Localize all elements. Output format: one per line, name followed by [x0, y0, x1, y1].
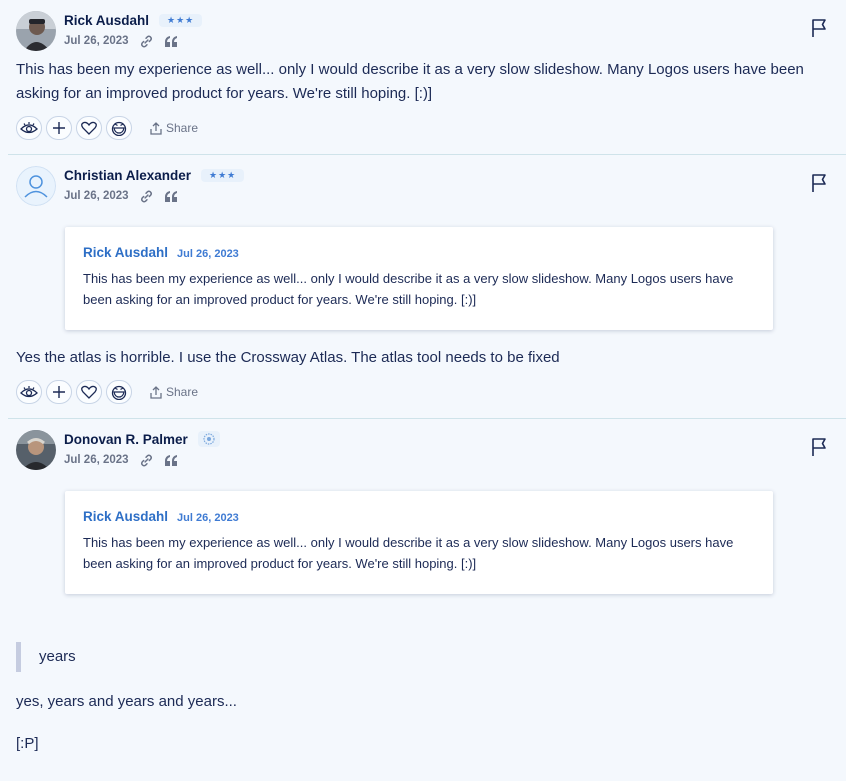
- post: Christian Alexander ★★★ Jul 26, 2023 Ric…: [8, 154, 846, 406]
- heart-icon: [81, 121, 97, 135]
- heart-reaction-button[interactable]: [76, 116, 102, 140]
- quoted-date[interactable]: Jul 26, 2023: [177, 512, 239, 524]
- quoted-author[interactable]: Rick Ausdahl: [83, 245, 168, 260]
- share-button[interactable]: Share: [150, 121, 198, 135]
- rank-badge: ★★★: [159, 13, 203, 27]
- post: Rick Ausdahl ★★★ Jul 26, 2023 This has b…: [0, 0, 846, 142]
- flag-icon[interactable]: [810, 18, 830, 43]
- blockquote: years: [16, 642, 830, 672]
- share-label: Share: [166, 385, 199, 399]
- plus-reaction-button[interactable]: [46, 380, 72, 404]
- link-icon[interactable]: [139, 453, 154, 468]
- plus-icon: [53, 386, 65, 398]
- quoted-author[interactable]: Rick Ausdahl: [83, 509, 168, 524]
- share-icon: [150, 385, 162, 399]
- flag-icon[interactable]: [810, 437, 830, 462]
- post-header: Rick Ausdahl ★★★ Jul 26, 2023: [16, 10, 830, 51]
- reaction-bar: Share: [16, 378, 830, 406]
- post-date[interactable]: Jul 26, 2023: [64, 35, 129, 47]
- post-body: Yes the atlas is horrible. I use the Cro…: [16, 349, 560, 366]
- quoted-post: Rick Ausdahl Jul 26, 2023 This has been …: [65, 227, 773, 330]
- heart-reaction-button[interactable]: [76, 380, 102, 404]
- quote-icon[interactable]: [164, 190, 178, 203]
- plus-icon: [53, 122, 65, 134]
- eye-reaction-button[interactable]: [16, 116, 42, 140]
- quote-icon[interactable]: [164, 35, 178, 48]
- post: Donovan R. Palmer Jul 26, 2023 Rick Ausd…: [8, 418, 846, 756]
- plus-reaction-button[interactable]: [46, 116, 72, 140]
- quoted-post: Rick Ausdahl Jul 26, 2023 This has been …: [65, 491, 773, 594]
- author-name[interactable]: Donovan R. Palmer: [64, 432, 188, 447]
- post-date[interactable]: Jul 26, 2023: [64, 454, 129, 466]
- post-header: Christian Alexander ★★★ Jul 26, 2023: [16, 165, 830, 206]
- quoted-date[interactable]: Jul 26, 2023: [177, 248, 239, 260]
- share-label: Share: [166, 121, 199, 135]
- author-name[interactable]: Rick Ausdahl: [64, 13, 149, 28]
- eye-icon: [20, 122, 38, 134]
- rank-badge: ★★★: [201, 168, 245, 182]
- post-body-line: yes, years and years and years...: [16, 693, 237, 710]
- post-date[interactable]: Jul 26, 2023: [64, 190, 129, 202]
- flag-icon[interactable]: [810, 173, 830, 198]
- laugh-icon: [111, 385, 127, 400]
- author-name[interactable]: Christian Alexander: [64, 168, 191, 183]
- avatar[interactable]: [16, 11, 56, 51]
- share-icon: [150, 121, 162, 135]
- laugh-reaction-button[interactable]: [106, 116, 132, 140]
- post-body-line: [:P]: [16, 735, 39, 752]
- quote-icon[interactable]: [164, 454, 178, 467]
- link-icon[interactable]: [139, 34, 154, 49]
- award-badge-icon: [197, 431, 220, 447]
- share-button[interactable]: Share: [150, 385, 198, 399]
- post-header: Donovan R. Palmer Jul 26, 2023: [16, 429, 830, 470]
- laugh-icon: [111, 121, 127, 136]
- link-icon[interactable]: [139, 189, 154, 204]
- post-body: This has been my experience as well... o…: [16, 61, 804, 102]
- quoted-text: This has been my experience as well... o…: [83, 535, 734, 571]
- quoted-text: This has been my experience as well... o…: [83, 271, 734, 307]
- laugh-reaction-button[interactable]: [106, 380, 132, 404]
- heart-icon: [81, 385, 97, 399]
- avatar[interactable]: [16, 430, 56, 470]
- reaction-bar: Share: [16, 114, 830, 142]
- eye-icon: [20, 386, 38, 398]
- avatar[interactable]: [16, 166, 56, 206]
- eye-reaction-button[interactable]: [16, 380, 42, 404]
